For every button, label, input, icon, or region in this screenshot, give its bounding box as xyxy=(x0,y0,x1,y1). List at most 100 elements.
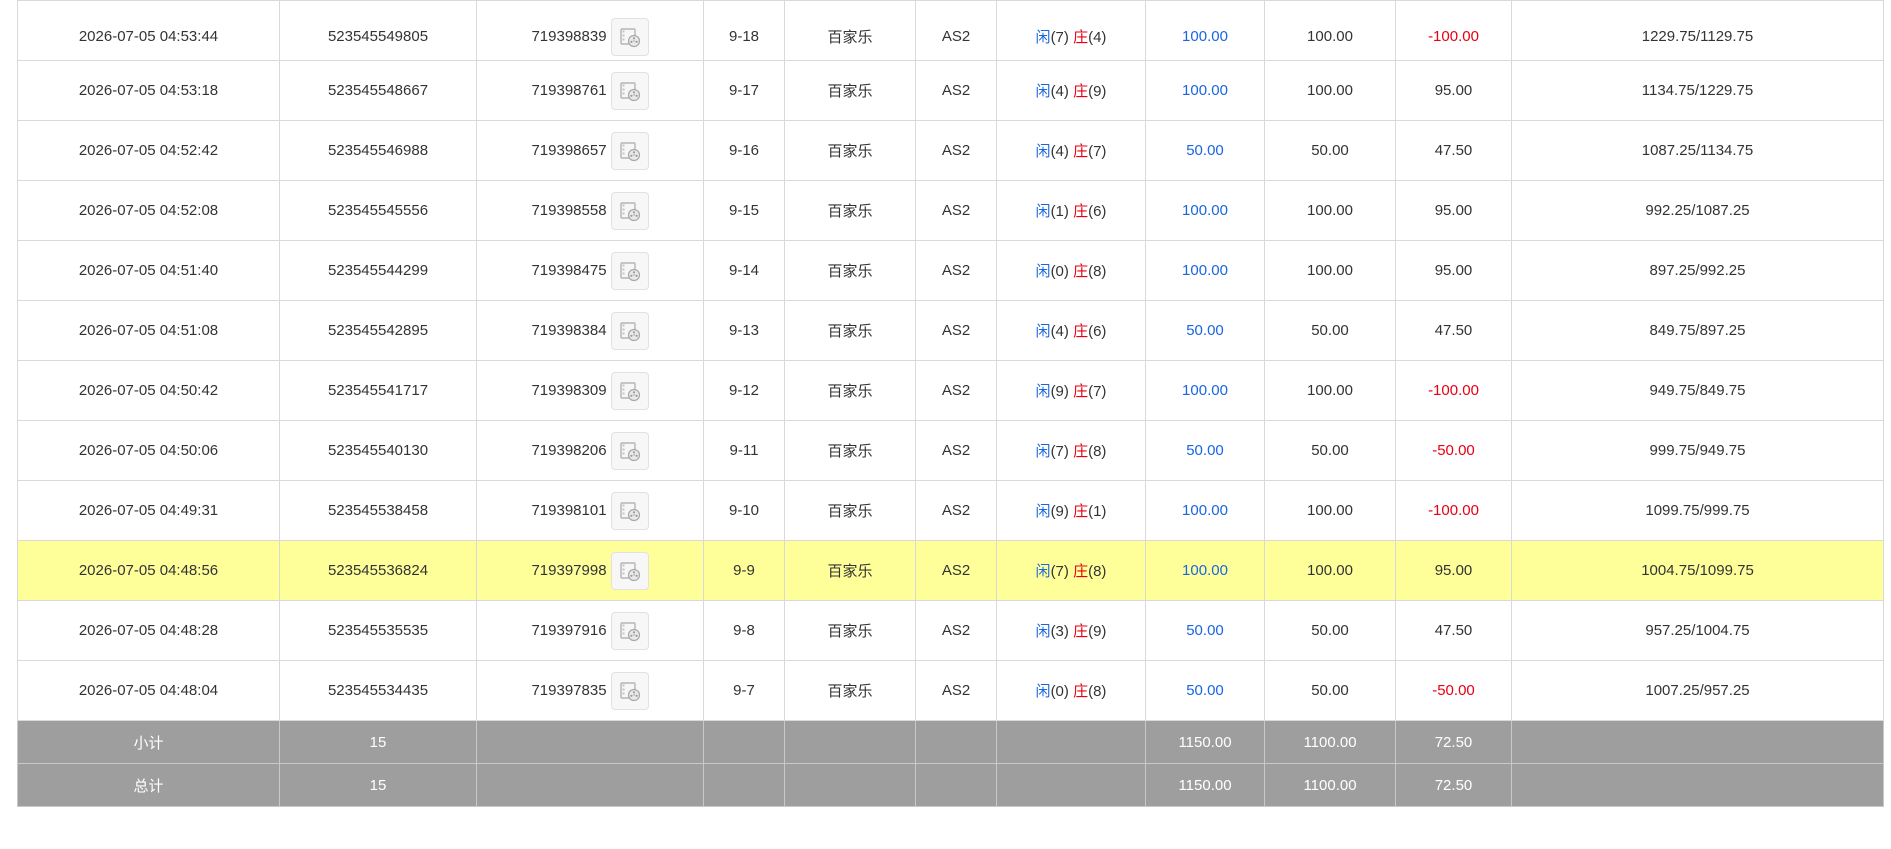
valid-bet: 100.00 xyxy=(1264,180,1396,241)
table-code: AS2 xyxy=(915,120,997,181)
table-code: AS2 xyxy=(915,240,997,301)
bet-number: 523545545556 xyxy=(279,180,477,241)
balance-change: 1134.75/1229.75 xyxy=(1511,60,1884,121)
bet-time: 2026-07-05 04:51:08 xyxy=(17,300,280,361)
table-row[interactable]: 2026-07-05 04:50:06 523545540130 7193982… xyxy=(17,420,1884,481)
table-row[interactable]: 2026-07-05 04:51:40 523545544299 7193984… xyxy=(17,240,1884,301)
player-label: 闲 xyxy=(1035,263,1051,280)
player-points: (9) xyxy=(1050,503,1069,520)
result-cell: 闲(0) 庄(8) xyxy=(996,660,1146,721)
video-replay-icon[interactable] xyxy=(610,17,649,56)
banker-label: 庄 xyxy=(1073,503,1089,520)
video-replay-icon[interactable] xyxy=(610,311,649,350)
table-row[interactable]: 2026-07-05 04:49:31 523545538458 7193981… xyxy=(17,480,1884,541)
win-loss: 47.50 xyxy=(1395,120,1512,181)
valid-bet: 100.00 xyxy=(1264,540,1396,601)
table-code: AS2 xyxy=(915,420,997,481)
win-loss: 95.00 xyxy=(1395,240,1512,301)
player-points: (7) xyxy=(1050,443,1069,460)
player-points: (9) xyxy=(1050,383,1069,400)
bet-number: 523545549805 xyxy=(279,0,477,61)
bet-time: 2026-07-05 04:51:40 xyxy=(17,240,280,301)
game-number-cell: 719398101 xyxy=(476,480,704,541)
round-number: 9-10 xyxy=(703,480,785,541)
game-type: 百家乐 xyxy=(784,120,916,181)
valid-bet: 100.00 xyxy=(1264,0,1396,61)
table-code: AS2 xyxy=(915,180,997,241)
video-replay-icon[interactable] xyxy=(610,371,649,410)
bet-time: 2026-07-05 04:48:56 xyxy=(17,540,280,601)
table-row[interactable]: 2026-07-05 04:48:56 523545536824 7193979… xyxy=(17,540,1884,601)
empty-cell xyxy=(784,763,916,807)
bet-time: 2026-07-05 04:53:44 xyxy=(17,0,280,61)
banker-label: 庄 xyxy=(1073,443,1089,460)
bet-number: 523545542895 xyxy=(279,300,477,361)
bet-number: 523545544299 xyxy=(279,240,477,301)
video-replay-icon[interactable] xyxy=(610,671,649,710)
round-number: 9-12 xyxy=(703,360,785,421)
table-code: AS2 xyxy=(915,360,997,421)
subtotal-win: 72.50 xyxy=(1395,720,1512,764)
game-number-cell: 719398384 xyxy=(476,300,704,361)
player-points: (4) xyxy=(1050,143,1069,160)
bet-number: 523545548667 xyxy=(279,60,477,121)
banker-label: 庄 xyxy=(1073,563,1089,580)
player-points: (3) xyxy=(1050,623,1069,640)
banker-points: (1) xyxy=(1088,503,1107,520)
player-label: 闲 xyxy=(1035,443,1051,460)
video-replay-icon[interactable] xyxy=(610,491,649,530)
video-replay-icon[interactable] xyxy=(610,611,649,650)
video-replay-icon[interactable] xyxy=(610,251,649,290)
result-cell: 闲(4) 庄(7) xyxy=(996,120,1146,181)
bet-amount: 100.00 xyxy=(1145,180,1265,241)
player-points: (4) xyxy=(1050,83,1069,100)
bet-records-table: 2026-07-05 04:53:44 523545549805 7193988… xyxy=(17,0,1884,807)
round-number: 9-9 xyxy=(703,540,785,601)
empty-cell xyxy=(703,720,785,764)
valid-bet: 50.00 xyxy=(1264,120,1396,181)
table-row[interactable]: 2026-07-05 04:48:28 523545535535 7193979… xyxy=(17,600,1884,661)
video-replay-icon[interactable] xyxy=(610,551,649,590)
summary-body: 小计 15 1150.00 1100.00 72.50 总计 15 1150.0… xyxy=(17,720,1884,807)
game-number-cell: 719398309 xyxy=(476,360,704,421)
balance-change: 992.25/1087.25 xyxy=(1511,180,1884,241)
balance-change: 849.75/897.25 xyxy=(1511,300,1884,361)
total-bet: 1150.00 xyxy=(1145,763,1265,807)
table-row[interactable]: 2026-07-05 04:53:44 523545549805 7193988… xyxy=(17,0,1884,61)
balance-change: 1099.75/999.75 xyxy=(1511,480,1884,541)
total-row: 总计 15 1150.00 1100.00 72.50 xyxy=(17,763,1884,807)
banker-points: (7) xyxy=(1088,383,1107,400)
bet-amount: 50.00 xyxy=(1145,300,1265,361)
video-replay-icon[interactable] xyxy=(610,71,649,110)
video-replay-icon[interactable] xyxy=(610,191,649,230)
bet-amount: 100.00 xyxy=(1145,540,1265,601)
game-number-cell: 719398839 xyxy=(476,0,704,61)
game-number-cell: 719397998 xyxy=(476,540,704,601)
player-label: 闲 xyxy=(1035,563,1051,580)
table-row[interactable]: 2026-07-05 04:50:42 523545541717 7193983… xyxy=(17,360,1884,421)
bet-time: 2026-07-05 04:48:28 xyxy=(17,600,280,661)
video-replay-icon[interactable] xyxy=(610,431,649,470)
table-body: 2026-07-05 04:53:44 523545549805 7193988… xyxy=(17,0,1884,721)
player-label: 闲 xyxy=(1035,323,1051,340)
table-row[interactable]: 2026-07-05 04:48:04 523545534435 7193978… xyxy=(17,660,1884,721)
game-number: 719397835 xyxy=(531,682,607,699)
win-loss: -100.00 xyxy=(1395,480,1512,541)
game-number-cell: 719398475 xyxy=(476,240,704,301)
table-row[interactable]: 2026-07-05 04:52:42 523545546988 7193986… xyxy=(17,120,1884,181)
bet-amount: 100.00 xyxy=(1145,360,1265,421)
player-points: (7) xyxy=(1050,563,1069,580)
video-replay-icon[interactable] xyxy=(610,131,649,170)
player-label: 闲 xyxy=(1035,83,1051,100)
empty-cell xyxy=(915,763,997,807)
table-code: AS2 xyxy=(915,540,997,601)
table-row[interactable]: 2026-07-05 04:52:08 523545545556 7193985… xyxy=(17,180,1884,241)
win-loss: 95.00 xyxy=(1395,180,1512,241)
balance-change: 1229.75/1129.75 xyxy=(1511,0,1884,61)
empty-cell xyxy=(996,720,1146,764)
valid-bet: 50.00 xyxy=(1264,660,1396,721)
table-row[interactable]: 2026-07-05 04:51:08 523545542895 7193983… xyxy=(17,300,1884,361)
game-type: 百家乐 xyxy=(784,600,916,661)
result-cell: 闲(3) 庄(9) xyxy=(996,600,1146,661)
table-row[interactable]: 2026-07-05 04:53:18 523545548667 7193987… xyxy=(17,60,1884,121)
